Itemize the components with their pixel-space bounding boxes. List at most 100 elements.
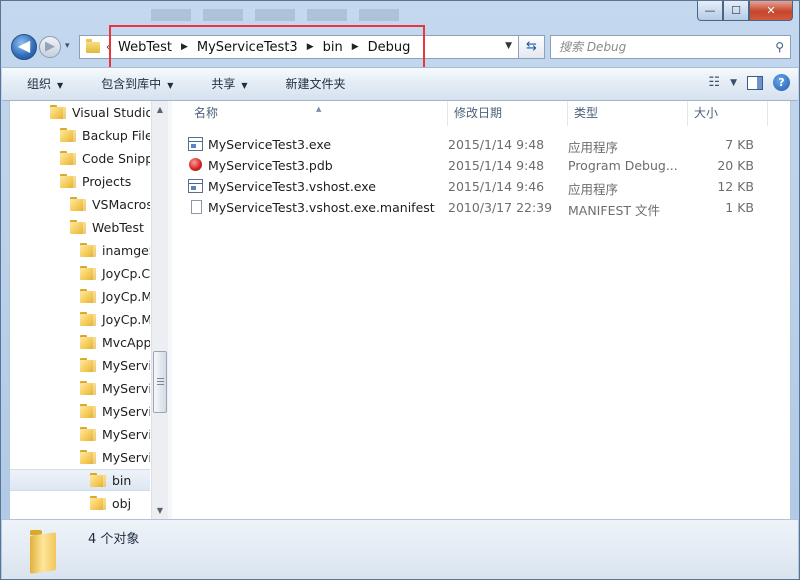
folder-icon: [80, 404, 96, 418]
scroll-thumb[interactable]: [153, 351, 167, 413]
file-row[interactable]: MyServiceTest3.vshost.exe.manifest 2010/3…: [172, 197, 792, 218]
folder-icon: [86, 38, 100, 53]
file-date: 2015/1/14 9:48: [448, 158, 545, 173]
tree-item[interactable]: MyServic: [10, 400, 150, 422]
tree-item[interactable]: Visual Studio: [10, 101, 150, 123]
tree-item[interactable]: inamgeS: [10, 239, 150, 261]
folder-icon: [80, 335, 96, 349]
file-row[interactable]: MyServiceTest3.pdb 2015/1/14 9:48 Program …: [172, 155, 792, 176]
breadcrumb-debug[interactable]: Debug: [368, 40, 411, 55]
tree-item[interactable]: MyServic: [10, 377, 150, 399]
tree-item-label: VSMacros: [92, 196, 150, 212]
exe-icon: [188, 179, 203, 193]
column-header-type[interactable]: 类型: [568, 101, 688, 126]
document-icon: [191, 200, 202, 214]
tree-item-label: inamgeS: [102, 242, 150, 258]
tree-item[interactable]: JoyCp.Cc: [10, 262, 150, 284]
search-input[interactable]: [559, 40, 776, 54]
folder-icon: [80, 427, 96, 441]
file-row[interactable]: MyServiceTest3.exe 2015/1/14 9:48 应用程序 7 KB: [172, 134, 792, 155]
breadcrumb-myservicetest3[interactable]: MyServiceTest3: [197, 40, 298, 55]
column-header-name[interactable]: 名称 ▲: [188, 101, 448, 126]
column-header-size[interactable]: 大小: [688, 101, 768, 126]
tree-item[interactable]: MvcApp: [10, 331, 150, 353]
forward-button[interactable]: ▶: [39, 36, 61, 58]
command-bar: 组织 ▼ 包含到库中 ▼ 共享 ▼ 新建文件夹 ☷ ▼ ?: [2, 67, 798, 101]
folder-icon: [90, 496, 106, 510]
folder-icon: [70, 220, 86, 234]
exe-icon: [188, 137, 203, 151]
maximize-button[interactable]: ☐: [723, 1, 749, 21]
new-folder-button[interactable]: 新建文件夹: [261, 72, 359, 96]
preview-pane-icon[interactable]: [747, 75, 763, 90]
search-icon[interactable]: ⚲: [775, 40, 784, 54]
tree-item-label: MyServic: [102, 403, 150, 419]
back-arrow-icon: ◀: [17, 36, 31, 55]
address-overflow-chevron[interactable]: ‹: [106, 42, 110, 53]
refresh-icon: ⇆: [526, 39, 537, 54]
recent-pages-icon[interactable]: ▾: [65, 41, 70, 51]
tree-item[interactable]: VSMacros: [10, 193, 150, 215]
tree-item[interactable]: MyServic: [10, 423, 150, 445]
view-dropdown-icon[interactable]: ▼: [730, 78, 737, 88]
tree-item[interactable]: MyServic: [10, 354, 150, 376]
breadcrumb-separator-icon[interactable]: ▶: [181, 42, 188, 52]
file-row[interactable]: MyServiceTest3.vshost.exe 2015/1/14 9:46 应…: [172, 176, 792, 197]
change-view-icon[interactable]: ☷: [708, 75, 720, 90]
tree-item-label: Projects: [82, 173, 132, 189]
pdb-icon: [189, 156, 205, 171]
file-name: MyServiceTest3.vshost.exe: [208, 179, 376, 194]
tree-item[interactable]: JoyCp.M: [10, 285, 150, 307]
search-box: ⚲: [550, 35, 791, 59]
tree-item[interactable]: WebTest: [10, 216, 144, 238]
folder-icon: [50, 105, 66, 119]
tree-item[interactable]: JoyCp.M: [10, 308, 150, 330]
help-icon[interactable]: ?: [773, 74, 790, 91]
tree-item[interactable]: Projects: [10, 170, 131, 192]
share-button[interactable]: 共享 ▼: [186, 72, 260, 96]
folder-icon: [80, 266, 96, 280]
address-bar[interactable]: ‹ WebTest ▶ MyServiceTest3 ▶ bin ▶ Debug…: [79, 35, 519, 59]
breadcrumb-separator-icon[interactable]: ▶: [307, 42, 314, 52]
tree-item[interactable]: Code Snipp: [10, 147, 150, 169]
tree-item-label: WebTest: [92, 219, 144, 235]
breadcrumb-bin[interactable]: bin: [323, 40, 343, 55]
column-name-label: 名称: [194, 106, 219, 120]
back-button[interactable]: ◀: [11, 34, 37, 60]
sort-ascending-icon: ▲: [316, 105, 322, 113]
tree-item-label: Backup Files: [82, 127, 150, 143]
folder-icon: [60, 151, 76, 165]
file-date: 2015/1/14 9:48: [448, 137, 545, 152]
details-pane: 4 个对象: [2, 519, 798, 579]
folder-icon: [60, 128, 76, 142]
scroll-down-icon[interactable]: ▼: [152, 502, 168, 519]
file-size: 7 KB: [725, 137, 754, 152]
close-button[interactable]: ✕: [749, 1, 793, 21]
folder-icon: [80, 358, 96, 372]
include-in-library-button[interactable]: 包含到库中 ▼: [76, 72, 186, 96]
file-name: MyServiceTest3.exe: [208, 137, 332, 152]
column-header-date[interactable]: 修改日期: [448, 101, 568, 126]
breadcrumb-separator-icon[interactable]: ▶: [352, 42, 359, 52]
folder-icon: [80, 381, 96, 395]
file-date: 2015/1/14 9:46: [448, 179, 545, 194]
tree-item-label: Visual Studio: [72, 104, 150, 120]
file-size: 1 KB: [725, 200, 754, 215]
item-count: 4 个对象: [88, 532, 140, 547]
refresh-button[interactable]: ⇆: [519, 35, 545, 59]
navigation-scrollbar[interactable]: ▲ ▼: [151, 101, 168, 519]
navigation-bar: ◀ ▶ ▾ ‹ WebTest ▶ MyServiceTest3 ▶ bin ▶…: [1, 27, 800, 65]
tree-item[interactable]: bin: [10, 469, 150, 491]
file-type: MANIFEST 文件: [568, 203, 661, 218]
dropdown-arrow-icon: ▼: [167, 81, 174, 90]
scroll-up-icon[interactable]: ▲: [152, 101, 168, 118]
file-type: 应用程序: [568, 182, 619, 197]
tree-item[interactable]: Backup Files: [10, 124, 150, 146]
organize-button[interactable]: 组织 ▼: [2, 72, 76, 96]
minimize-button[interactable]: —: [697, 1, 723, 21]
tree-item[interactable]: obj: [10, 492, 131, 514]
address-dropdown-icon[interactable]: ▼: [505, 41, 512, 51]
breadcrumb-webtest[interactable]: WebTest: [118, 40, 172, 55]
include-in-library-label: 包含到库中: [101, 77, 162, 91]
tree-item[interactable]: MyServic: [10, 446, 150, 468]
